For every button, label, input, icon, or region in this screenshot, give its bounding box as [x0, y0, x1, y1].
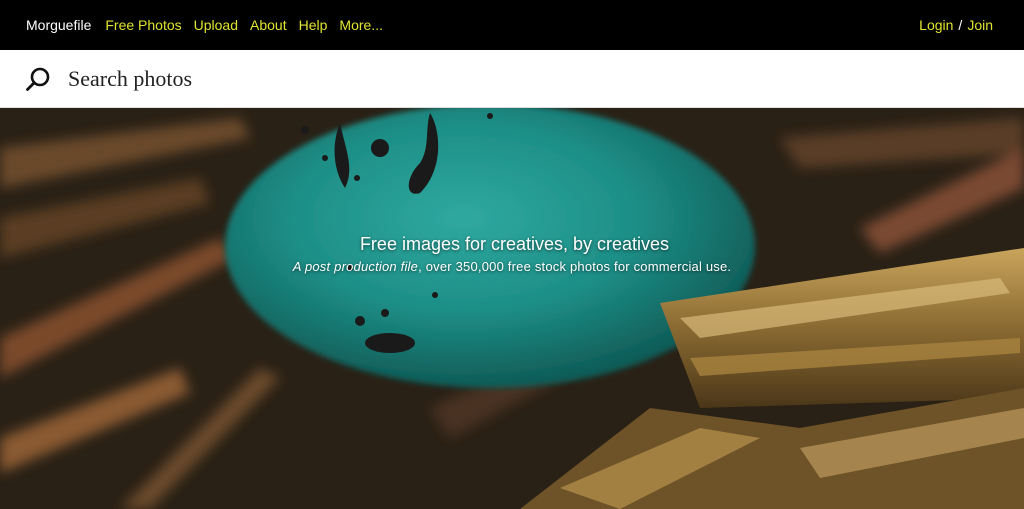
nav-link-help[interactable]: Help [299, 17, 328, 33]
hero-subtitle-emphasis: A post production file [292, 259, 419, 274]
hero-subtitle-rest: , over 350,000 free stock photos for com… [418, 259, 732, 274]
nav-link-about[interactable]: About [250, 17, 287, 33]
join-link[interactable]: Join [967, 17, 993, 33]
search-icon[interactable] [25, 66, 51, 92]
hero-text-block: Free images for creatives, by creatives … [0, 234, 1024, 274]
nav-link-free-photos[interactable]: Free Photos [105, 17, 181, 33]
hero-banner: Free images for creatives, by creatives … [0, 108, 1024, 509]
login-link[interactable]: Login [919, 17, 953, 33]
hero-title: Free images for creatives, by creatives [359, 234, 670, 254]
brand-logo-link[interactable]: Morguefile [26, 17, 91, 33]
auth-separator: / [958, 17, 963, 33]
search-bar [0, 50, 1024, 108]
top-navigation-bar: Morguefile Free Photos Upload About Help… [0, 0, 1024, 50]
hero-background-image [0, 108, 1024, 509]
hero-subtitle: A post production file, over 350,000 fre… [0, 259, 1024, 274]
main-nav: Morguefile Free Photos Upload About Help… [26, 17, 383, 33]
nav-link-upload[interactable]: Upload [194, 17, 238, 33]
nav-link-more[interactable]: More... [339, 17, 383, 33]
search-input[interactable] [66, 64, 670, 93]
auth-links: Login / Join [919, 17, 998, 33]
